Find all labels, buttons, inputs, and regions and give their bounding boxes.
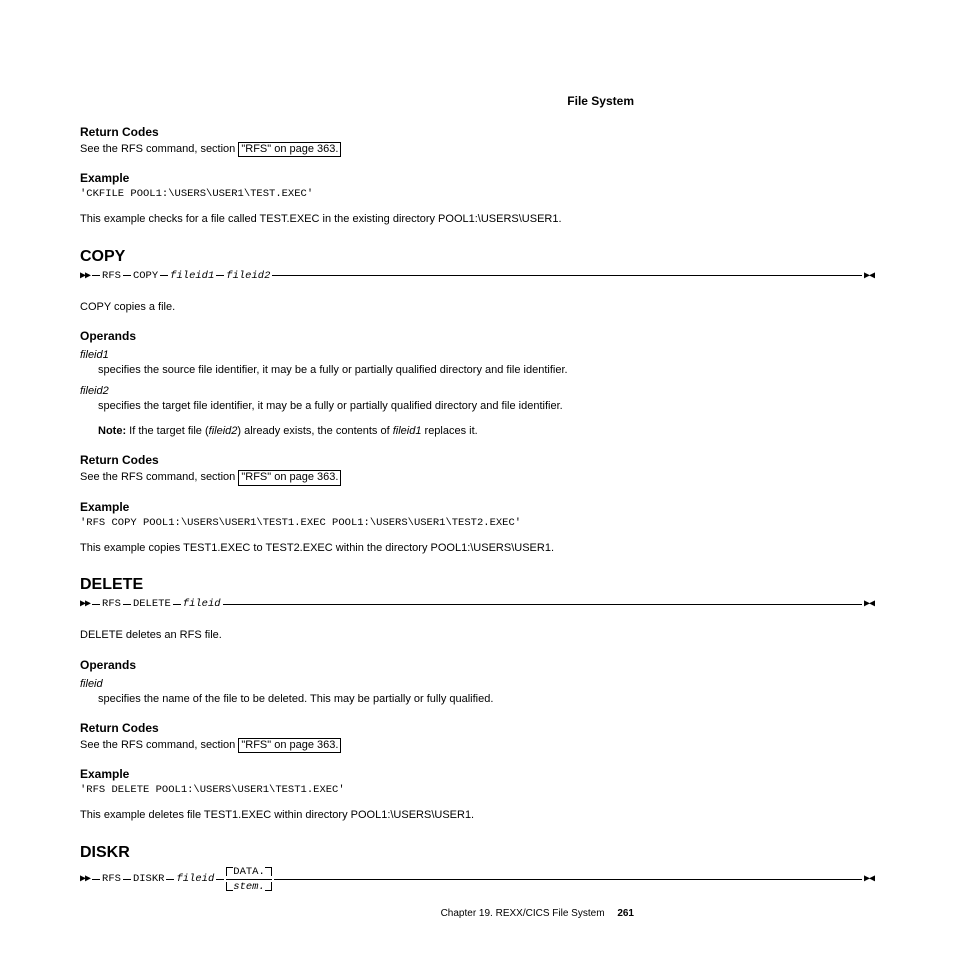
operands-list: fileid1 specifies the source file identi…: [80, 349, 874, 439]
operand-note: Note: If the target file (fileid2) alrea…: [98, 424, 874, 439]
return-codes-text: See the RFS command, section "RFS" on pa…: [80, 142, 874, 157]
note-post: replaces it.: [421, 425, 477, 437]
example-desc: This example checks for a file called TE…: [80, 212, 874, 227]
syntax-op1: fileid: [183, 598, 221, 610]
delete-heading: DELETE: [80, 576, 874, 594]
rc-text: See the RFS command, section: [80, 143, 238, 155]
syntax-options: DATA. stem.: [226, 866, 272, 893]
operand-def: specifies the target file identifier, it…: [98, 399, 874, 414]
operand-term: fileid1: [80, 349, 874, 361]
diskr-heading: DISKR: [80, 844, 874, 862]
example-code: 'RFS DELETE POOL1:\USERS\USER1\TEST1.EXE…: [80, 784, 874, 796]
syntax-cmd: COPY: [133, 270, 158, 282]
syntax-op1: fileid1: [170, 270, 214, 282]
example-code: 'RFS COPY POOL1:\USERS\USER1\TEST1.EXEC …: [80, 517, 874, 529]
delete-desc: DELETE deletes an RFS file.: [80, 628, 874, 643]
operand-term: fileid: [80, 678, 874, 690]
page-number: 261: [617, 908, 634, 919]
syntax-start-icon: ▶▶: [80, 873, 90, 885]
syntax-end-icon: ▶◀: [864, 598, 874, 610]
content: Return Codes See the RFS command, sectio…: [80, 125, 874, 893]
return-codes-text: See the RFS command, section "RFS" on pa…: [80, 470, 874, 485]
example-code: 'CKFILE POOL1:\USERS\USER1\TEST.EXEC': [80, 188, 874, 200]
note-label: Note:: [98, 425, 126, 437]
return-codes-heading: Return Codes: [80, 125, 874, 139]
syntax-opt1: DATA.: [233, 866, 265, 878]
copy-desc: COPY copies a file.: [80, 300, 874, 315]
operand-def: specifies the source file identifier, it…: [98, 363, 874, 378]
running-header: File System: [567, 94, 634, 108]
operand-term: fileid2: [80, 385, 874, 397]
example-heading: Example: [80, 171, 874, 185]
copy-heading: COPY: [80, 248, 874, 266]
return-codes-heading: Return Codes: [80, 453, 874, 467]
example-heading: Example: [80, 767, 874, 781]
page-footer: Chapter 19. REXX/CICS File System 261: [441, 908, 634, 919]
return-codes-text: See the RFS command, section "RFS" on pa…: [80, 738, 874, 753]
operands-heading: Operands: [80, 329, 874, 343]
example-desc: This example copies TEST1.EXEC to TEST2.…: [80, 541, 874, 556]
link-rfs-363[interactable]: "RFS" on page 363.: [238, 142, 341, 157]
syntax-prefix: RFS: [102, 873, 121, 885]
link-rfs-363[interactable]: "RFS" on page 363.: [238, 470, 341, 485]
note-pre: If the target file (: [126, 425, 209, 437]
note-op2: fileid2: [209, 425, 238, 437]
diskr-syntax: ▶▶ RFS DISKR fileid DATA. stem.: [80, 866, 874, 893]
return-codes-heading: Return Codes: [80, 721, 874, 735]
note-op1: fileid1: [393, 425, 422, 437]
syntax-opt2: stem.: [233, 881, 265, 893]
syntax-op2: fileid2: [226, 270, 270, 282]
operands-heading: Operands: [80, 658, 874, 672]
syntax-op1: fileid: [176, 873, 214, 885]
example-desc: This example deletes file TEST1.EXEC wit…: [80, 808, 874, 823]
example-heading: Example: [80, 500, 874, 514]
syntax-prefix: RFS: [102, 270, 121, 282]
syntax-start-icon: ▶▶: [80, 270, 90, 282]
rc-text: See the RFS command, section: [80, 739, 238, 751]
rc-text: See the RFS command, section: [80, 471, 238, 483]
page: File System Return Codes See the RFS com…: [0, 0, 954, 933]
delete-syntax: ▶▶ RFS DELETE fileid ▶◀: [80, 598, 874, 610]
syntax-end-icon: ▶◀: [864, 270, 874, 282]
syntax-cmd: DELETE: [133, 598, 171, 610]
syntax-start-icon: ▶▶: [80, 598, 90, 610]
operands-list: fileid specifies the name of the file to…: [80, 678, 874, 707]
note-mid: ) already exists, the contents of: [237, 425, 392, 437]
syntax-prefix: RFS: [102, 598, 121, 610]
link-rfs-363[interactable]: "RFS" on page 363.: [238, 738, 341, 753]
copy-syntax: ▶▶ RFS COPY fileid1 fileid2 ▶◀: [80, 270, 874, 282]
operand-def: specifies the name of the file to be del…: [98, 692, 874, 707]
footer-chapter: Chapter 19. REXX/CICS File System: [441, 908, 605, 919]
syntax-cmd: DISKR: [133, 873, 165, 885]
syntax-end-icon: ▶◀: [864, 873, 874, 885]
